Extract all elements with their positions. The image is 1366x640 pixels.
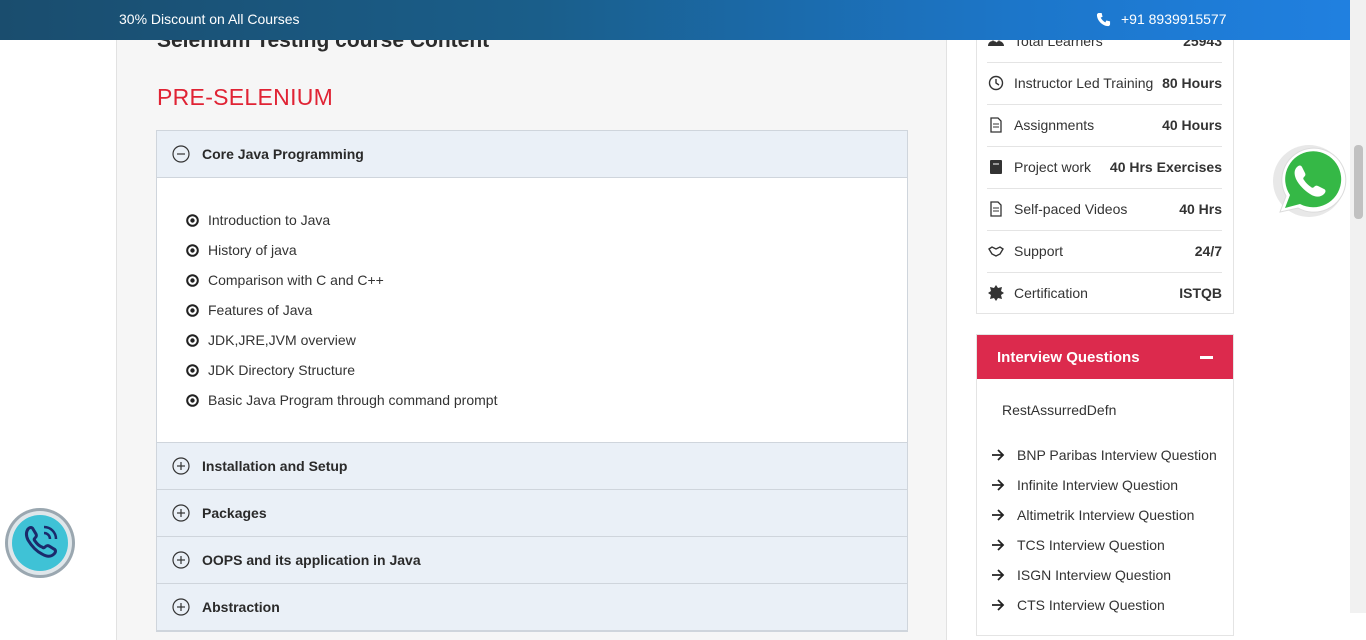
accordion-item-installation[interactable]: Installation and Setup: [157, 443, 907, 490]
course-info-box: Total Learners 25943 Instructor Led Trai…: [976, 0, 1234, 314]
list-item[interactable]: Altimetrik Interview Question: [991, 500, 1217, 530]
course-accordion: Core Java Programming Introduction to Ja…: [156, 130, 908, 632]
interview-questions-title: Interview Questions: [997, 348, 1140, 366]
list-item[interactable]: Infinite Interview Question: [991, 470, 1217, 500]
list-item: Basic Java Program through command promp…: [186, 385, 497, 415]
minus-circle-icon: [172, 145, 190, 163]
certificate-icon: [988, 285, 1004, 301]
list-item: Features of Java: [186, 295, 497, 325]
accordion-title: OOPS and its application in Java: [202, 552, 421, 568]
scrollbar[interactable]: [1350, 0, 1366, 613]
arrow-right-icon: [992, 509, 1005, 521]
list-item[interactable]: BNP Paribas Interview Question: [991, 440, 1217, 470]
bullet-icon: [186, 303, 199, 317]
bullet-icon: [186, 333, 199, 347]
list-item[interactable]: ISGN Interview Question: [991, 560, 1217, 590]
list-item: History of java: [186, 235, 497, 265]
arrow-right-icon: [992, 569, 1005, 581]
whatsapp-icon[interactable]: [1268, 140, 1348, 220]
clock-icon: [988, 75, 1004, 91]
list-item[interactable]: TCS Interview Question: [991, 530, 1217, 560]
plus-circle-icon: [172, 504, 190, 522]
accordion-item-oops[interactable]: OOPS and its application in Java: [157, 537, 907, 584]
arrow-right-icon: [992, 479, 1005, 491]
document-icon: [990, 201, 1002, 217]
topic-list: Introduction to Java History of java Com…: [186, 205, 497, 415]
call-button-icon[interactable]: [4, 507, 76, 579]
list-item: JDK Directory Structure: [186, 355, 497, 385]
arrow-right-icon: [992, 599, 1005, 611]
arrow-right-icon: [992, 449, 1005, 461]
interview-list: BNP Paribas Interview Question Infinite …: [991, 440, 1217, 620]
bullet-icon: [186, 363, 199, 377]
info-row-videos: Self-paced Videos 40 Hrs: [987, 188, 1222, 231]
accordion-item-core-java[interactable]: Core Java Programming: [157, 131, 907, 178]
info-row-assignments: Assignments 40 Hours: [987, 104, 1222, 147]
accordion-title: Core Java Programming: [202, 146, 364, 162]
handshake-icon: [988, 246, 1004, 257]
collapse-icon[interactable]: [1200, 356, 1213, 359]
accordion-body: Introduction to Java History of java Com…: [157, 178, 907, 443]
phone-icon: [1096, 12, 1111, 26]
bullet-icon: [186, 213, 199, 227]
info-row-instructor: Instructor Led Training 80 Hours: [987, 62, 1222, 105]
list-item[interactable]: CTS Interview Question: [991, 590, 1217, 620]
document-icon: [990, 117, 1002, 133]
info-row-certification: Certification ISTQB: [987, 272, 1222, 314]
bullet-icon: [186, 393, 199, 407]
top-bar: 30% Discount on All Courses +91 89399155…: [0, 0, 1350, 40]
list-item: Introduction to Java: [186, 205, 497, 235]
promo-text[interactable]: 30% Discount on All Courses: [119, 11, 300, 27]
interview-questions-box: Interview Questions RestAssurredDefn BNP…: [976, 334, 1234, 636]
accordion-item-abstraction[interactable]: Abstraction: [157, 584, 907, 631]
phone-number: +91 8939915577: [1121, 11, 1227, 27]
section-title: PRE-SELENIUM: [157, 84, 334, 110]
plus-circle-icon: [172, 457, 190, 475]
interview-questions-header[interactable]: Interview Questions: [977, 335, 1233, 379]
accordion-item-packages[interactable]: Packages: [157, 490, 907, 537]
arrow-right-icon: [992, 539, 1005, 551]
accordion-title: Installation and Setup: [202, 458, 348, 474]
list-item: Comparison with C and C++: [186, 265, 497, 295]
plus-circle-icon: [172, 551, 190, 569]
book-icon: [990, 160, 1002, 174]
bullet-icon: [186, 243, 199, 257]
phone-link[interactable]: +91 8939915577: [1096, 11, 1227, 27]
scrollbar-thumb[interactable]: [1354, 145, 1363, 219]
info-row-support: Support 24/7: [987, 230, 1222, 273]
accordion-title: Packages: [202, 505, 267, 521]
plus-circle-icon: [172, 598, 190, 616]
bullet-icon: [186, 273, 199, 287]
list-item: JDK,JRE,JVM overview: [186, 325, 497, 355]
info-row-project: Project work 40 Hrs Exercises: [987, 146, 1222, 189]
interview-link-restassured[interactable]: RestAssurredDefn: [1002, 402, 1116, 418]
